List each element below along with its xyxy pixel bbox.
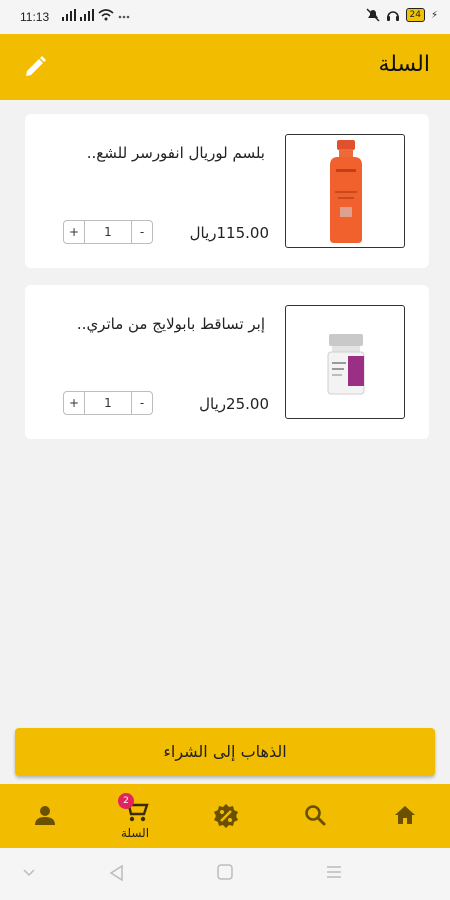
nav-search[interactable]	[280, 784, 350, 848]
product-price: 115.00ريال	[189, 224, 269, 242]
chevron-down-icon[interactable]	[22, 868, 36, 878]
recents-icon[interactable]	[326, 864, 342, 880]
headphones-icon	[386, 11, 399, 21]
status-right-icons: 24 ⚡	[365, 8, 438, 22]
back-icon[interactable]	[108, 864, 126, 882]
quantity-value: 1	[84, 221, 132, 243]
cart-count-badge: 2	[118, 793, 134, 809]
nav-cart-label: السلة	[120, 826, 150, 840]
checkout-button[interactable]: الذهاب إلى الشراء	[15, 728, 435, 776]
pencil-icon[interactable]	[22, 54, 48, 80]
product-image[interactable]	[285, 305, 405, 419]
product-image[interactable]	[285, 134, 405, 248]
nav-profile[interactable]	[10, 784, 80, 848]
page-title: السلة	[378, 52, 430, 77]
person-icon	[35, 806, 55, 825]
status-time: 11:13	[20, 10, 50, 24]
decrease-button[interactable]: -	[132, 392, 152, 414]
quantity-stepper: + 1 -	[63, 220, 153, 244]
product-price: 25.00ريال	[199, 395, 269, 413]
search-icon	[305, 805, 326, 826]
badge-percent-icon	[214, 804, 238, 828]
ampoule-vial-image	[327, 334, 365, 395]
home-icon	[395, 806, 415, 824]
bottom-nav: 2 السلة	[0, 784, 450, 848]
increase-button[interactable]: +	[64, 392, 84, 414]
quantity-stepper: + 1 -	[63, 391, 153, 415]
battery-indicator: 24	[405, 8, 425, 22]
product-name[interactable]: إبر تساقط بابولايج من ماتري..	[55, 315, 265, 333]
system-nav-bar	[0, 848, 450, 900]
cart-item: إبر تساقط بابولايج من ماتري.. 25.00ريال …	[25, 285, 429, 439]
product-name[interactable]: بلسم لوريال انفورسر للشع..	[55, 144, 265, 162]
wifi-icon	[98, 9, 114, 21]
quantity-value: 1	[84, 392, 132, 414]
signal-icon	[62, 9, 76, 21]
signal-icon-2	[80, 9, 94, 21]
mute-icon	[365, 8, 380, 22]
nav-cart[interactable]: 2 السلة	[100, 784, 170, 848]
nav-home[interactable]	[370, 784, 440, 848]
charging-icon: ⚡	[430, 9, 438, 21]
status-bar: 11:13 24 ⚡	[0, 0, 450, 34]
decrease-button[interactable]: -	[132, 221, 152, 243]
nav-offers[interactable]	[190, 784, 260, 848]
cart-item: بلسم لوريال انفورسر للشع.. 115.00ريال + …	[25, 114, 429, 268]
conditioner-bottle-image	[330, 140, 362, 243]
dots-icon	[118, 15, 130, 19]
increase-button[interactable]: +	[64, 221, 84, 243]
app-bar: السلة	[0, 34, 450, 100]
home-square-icon[interactable]	[217, 864, 233, 880]
status-left-icons	[62, 9, 130, 21]
